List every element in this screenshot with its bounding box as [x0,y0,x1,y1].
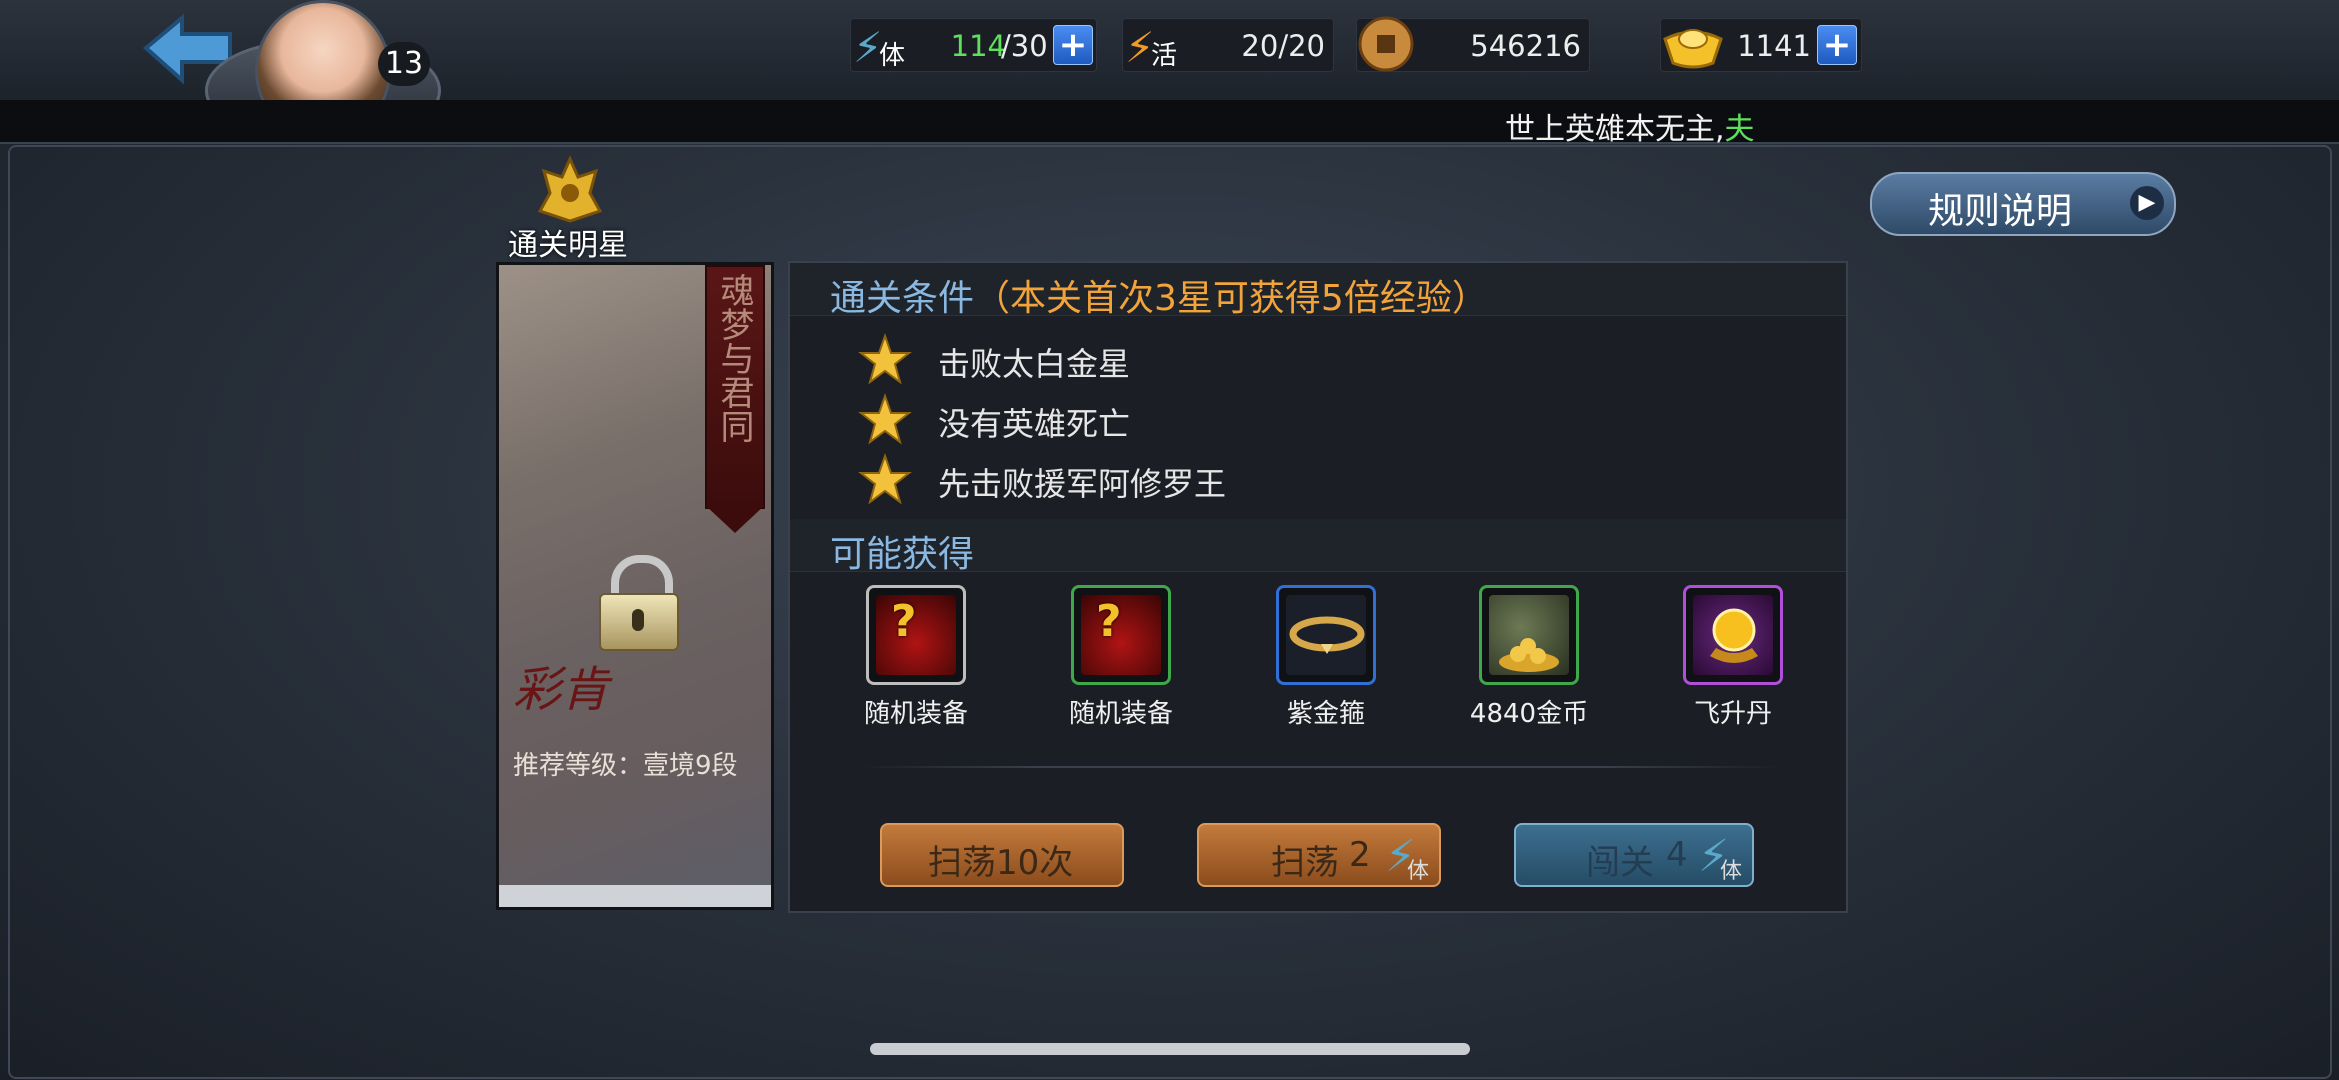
stage-name: 魂梦与君同 [714,273,754,443]
conditions-subtitle: （本关首次3星可获得5倍经验） [974,278,1488,319]
ticker-text: 世上英雄本无主,夫 [1505,104,1755,148]
sweep-button[interactable]: 扫荡 2 ⚡ 体 [1197,823,1441,887]
stage-banner-tip [705,505,765,533]
ingots-resource: 1141 + [1660,18,1862,72]
rewards-header: 可能获得 [790,519,1846,575]
coins-resource: 546216 [1356,16,1590,72]
star-icon [858,393,912,445]
stamina-resource: ⚡ 体 114 /30 + [850,18,1097,72]
star-icon [858,333,912,385]
gold-coins-bag-icon [1479,585,1579,685]
copper-coin-icon [1358,16,1414,72]
add-ingots-button[interactable]: + [1817,25,1857,65]
battle-label: 闯关 [1586,843,1654,883]
golden-helmet-icon [537,155,603,223]
conditions-header: 通关条件（本关首次3星可获得5倍经验） [790,263,1846,319]
stamina-current: 114 [950,29,1006,63]
sweep-cost-unit: 体 [1407,859,1430,884]
ingots-value: 1141 [1737,29,1811,63]
conditions-title: 通关条件（本关首次3星可获得5倍经验） [830,269,1488,321]
clear-star-title[interactable]: 通关明星 [508,220,628,264]
stage-card: 魂梦与君同 彩肯 推荐等级：壹境9段 [496,262,774,910]
sweep-cost: 2 [1349,835,1371,875]
battle-cost: 4 [1666,835,1688,875]
vitality-resource: ⚡ 活 20/20 [1122,18,1334,72]
sweep-label: 扫荡 [1271,843,1339,883]
vitality-value: 20/20 [1241,29,1325,63]
reward-label: 紫金箍 [1286,699,1365,729]
add-stamina-button[interactable]: + [1053,25,1093,65]
condition-text: 击败太白金星 [938,345,1131,383]
lock-icon [599,555,679,651]
arrow-right-icon: ▶ [2130,186,2164,220]
reward-label: 随机装备 [1068,699,1173,729]
conditions-title-text: 通关条件 [830,278,975,319]
stamina-max: /30 [1001,29,1048,63]
ticker-highlight-text: 夫 [1724,112,1755,147]
divider [860,766,1780,768]
stage-info-panel: 通关条件（本关首次3星可获得5倍经验） 击败太白金星 没有英雄死亡 先击败援军阿… [788,261,1848,913]
reward-label: 随机装备 [863,699,968,729]
battle-cost-unit: 体 [1720,859,1743,884]
recommended-level: 推荐等级：壹境9段 [513,751,738,781]
random-equipment-icon: ? [866,585,966,685]
coins-value: 546216 [1470,29,1581,63]
sweep-10-button[interactable]: 扫荡10次 [880,823,1124,887]
star-icon [858,453,912,505]
stamina-label: 体 [879,41,906,71]
rules-button[interactable]: 规则说明 ▶ [1870,172,2176,236]
player-level-badge: 13 [378,42,430,86]
reward-label: 4840金币 [1469,699,1589,729]
ticker-main-text: 世上英雄本无主, [1505,112,1725,147]
reward-label: 飞升丹 [1693,699,1772,729]
home-indicator[interactable] [870,1043,1470,1055]
rewards-title: 可能获得 [830,534,975,575]
condition-text: 没有英雄死亡 [938,405,1131,443]
ascension-pill-icon [1683,585,1783,685]
random-equipment-icon: ? [1071,585,1171,685]
gold-ingot-icon [1663,29,1723,69]
battle-button[interactable]: 闯关 4 ⚡ 体 [1514,823,1754,887]
rules-button-label: 规则说明 [1928,191,2073,232]
stage-logo: 彩肯 [513,662,610,718]
vitality-label: 活 [1151,41,1178,71]
card-footer [499,885,771,907]
condition-text: 先击败援军阿修罗王 [938,465,1227,503]
sweep-10-label: 扫荡10次 [928,843,1074,883]
golden-ring-icon [1276,585,1376,685]
broadcast-ticker: 世上英雄本无主,夫 [0,100,2339,147]
